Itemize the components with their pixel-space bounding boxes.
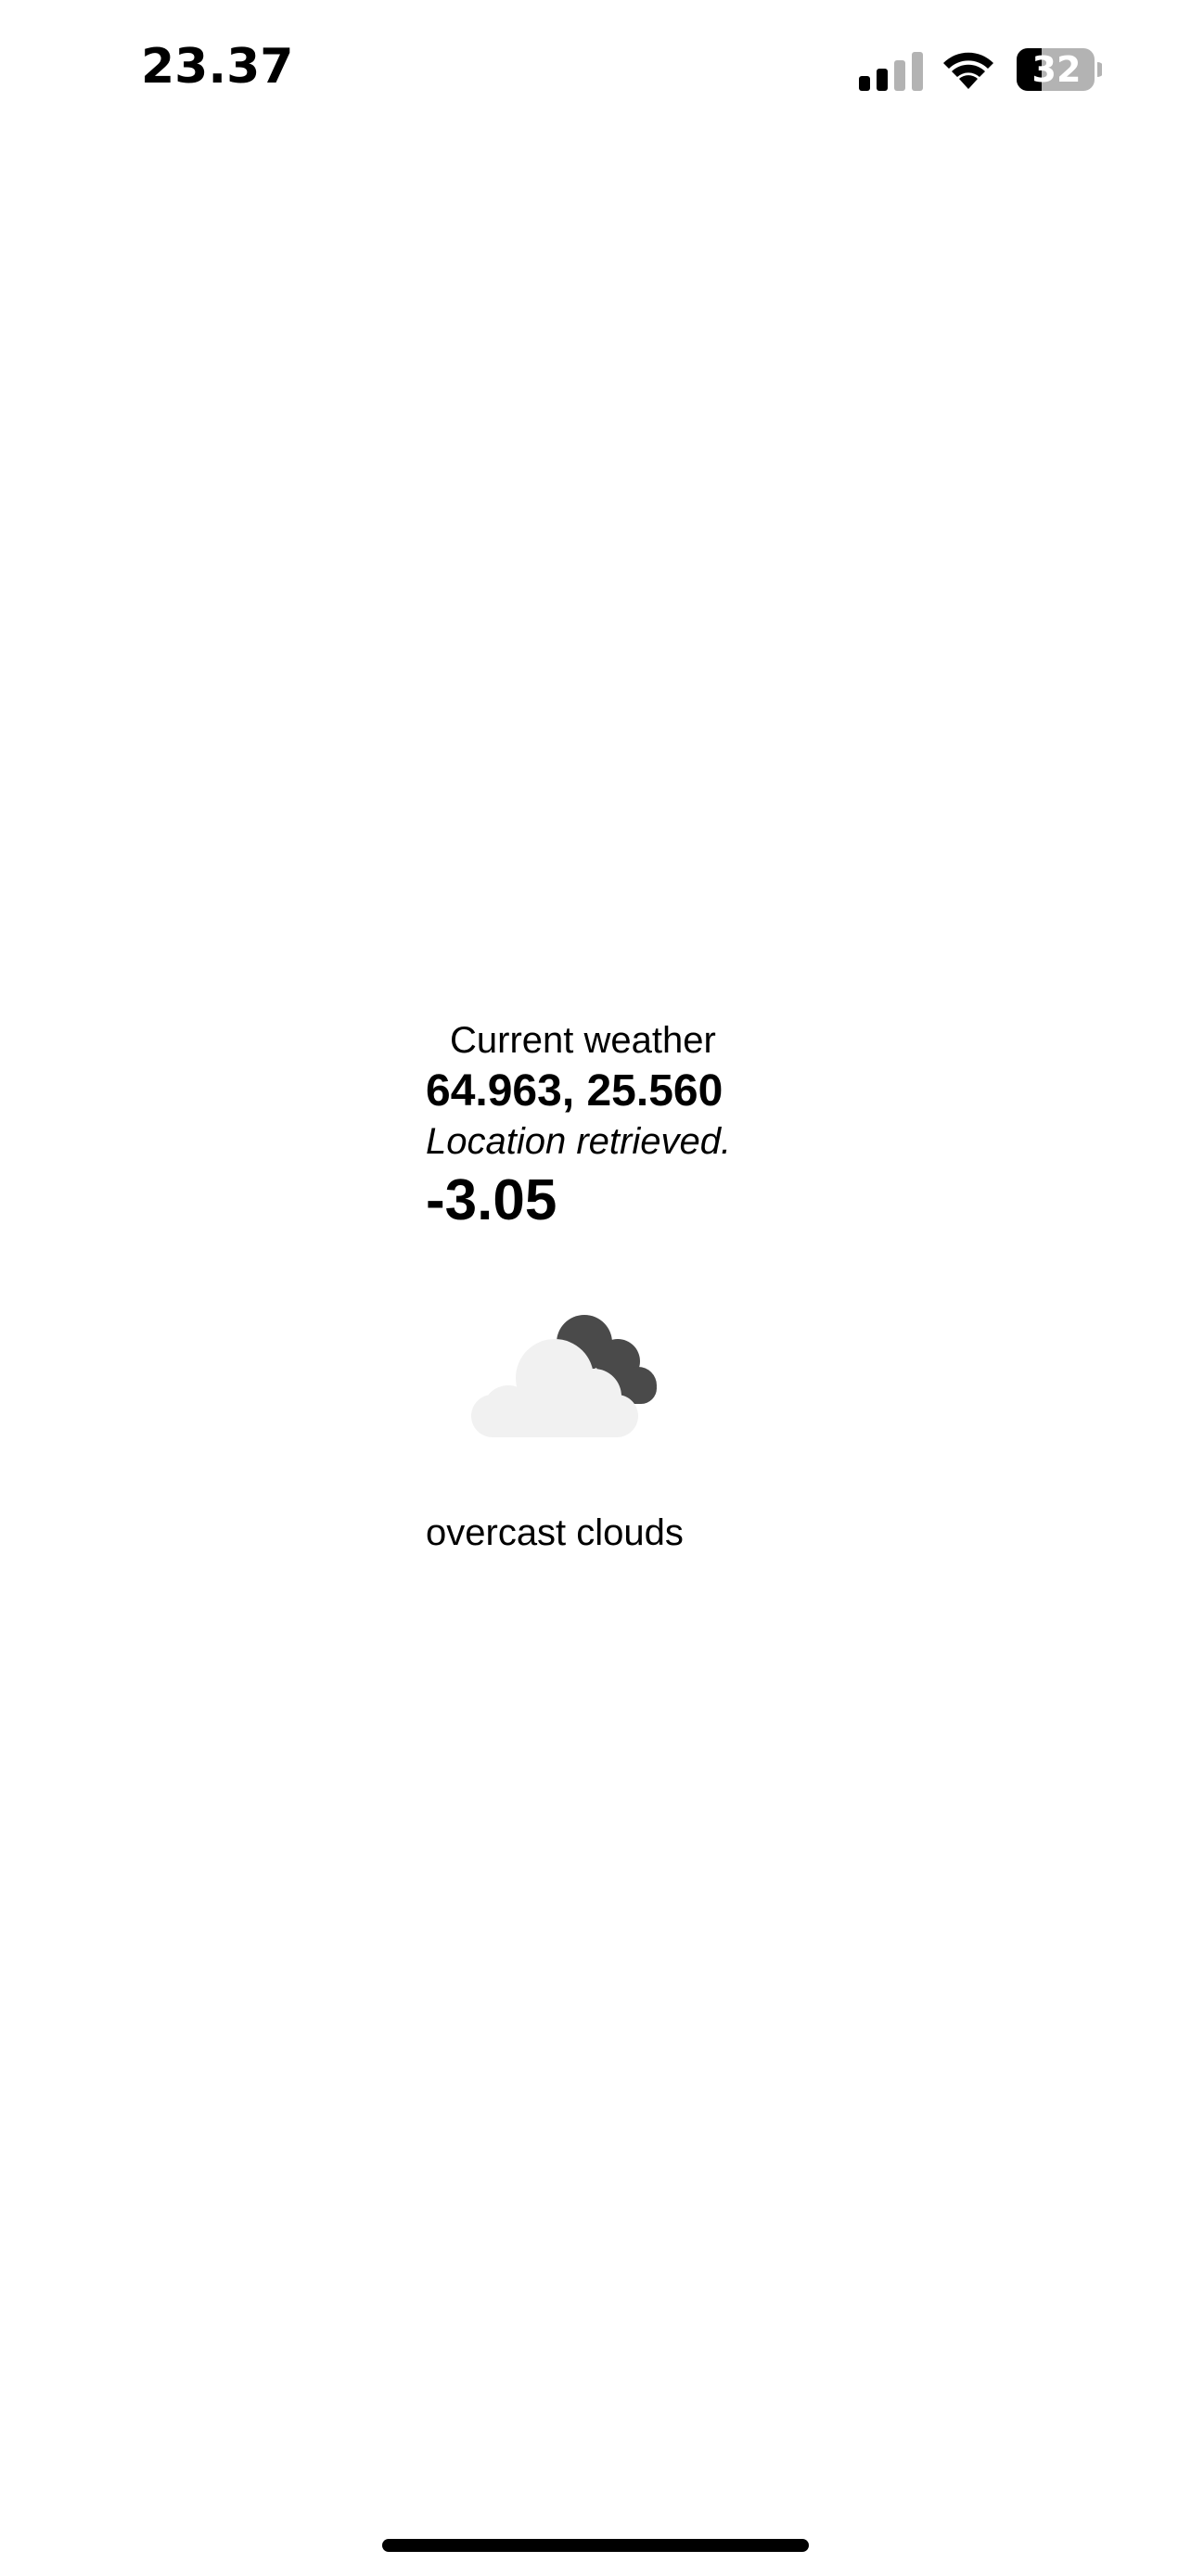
temperature-value: -3.05 <box>426 1168 557 1232</box>
location-status: Location retrieved. <box>426 1121 732 1162</box>
home-indicator[interactable] <box>382 2539 809 2552</box>
wifi-icon <box>943 52 993 89</box>
coordinates-value: 64.963, 25.560 <box>426 1066 724 1116</box>
weather-heading: Current weather <box>450 1020 716 1061</box>
overcast-clouds-icon <box>471 1315 657 1437</box>
cellular-signal-icon <box>859 52 923 91</box>
weather-description: overcast clouds <box>426 1512 684 1553</box>
status-bar-time: 23.37 <box>141 39 294 95</box>
battery-level: 32 <box>1031 49 1082 90</box>
